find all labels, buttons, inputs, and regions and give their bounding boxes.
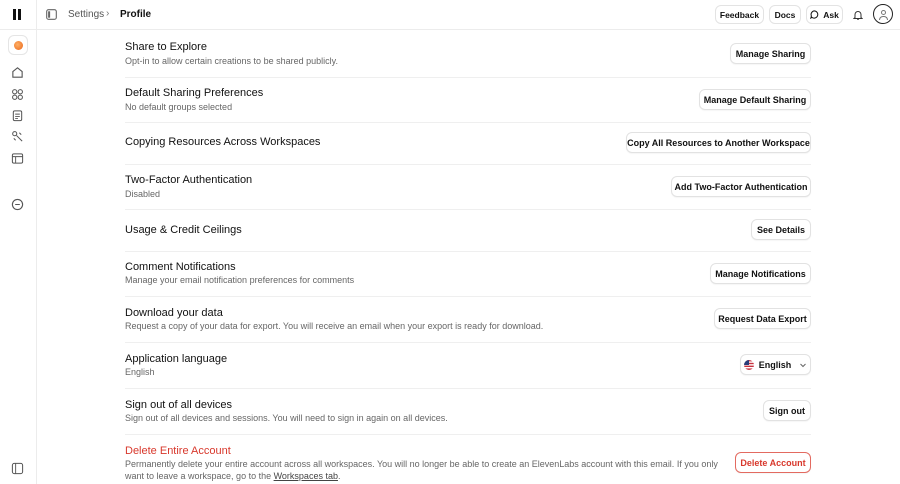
breadcrumb-profile: Profile — [120, 9, 152, 20]
default-sharing-row: Default Sharing Preferences No default g… — [125, 77, 811, 122]
usage-title: Usage & Credit Ceilings — [125, 224, 242, 236]
delete-account-button[interactable]: Delete Account — [735, 452, 811, 473]
default-sharing-desc: No default groups selected — [125, 102, 233, 112]
notifications-button[interactable] — [848, 5, 868, 24]
delete-account-desc-suffix: . — [337, 471, 341, 481]
docs-button[interactable]: Docs — [769, 5, 801, 24]
comment-notifications-title: Comment Notifications — [125, 261, 236, 273]
top-bar: Settings › Profile Feedback Docs Ask — [0, 0, 900, 30]
manage-default-sharing-button[interactable]: Manage Default Sharing — [699, 89, 811, 110]
request-data-export-button[interactable]: Request Data Export — [714, 308, 811, 329]
chevron-right-icon: › — [106, 8, 110, 19]
language-row: Application language English English — [125, 342, 811, 388]
feedback-button[interactable]: Feedback — [715, 5, 764, 24]
feedback-label: Feedback — [719, 9, 760, 20]
workspaces-tab-link[interactable]: Workspaces tab — [274, 471, 338, 481]
add-two-factor-button[interactable]: Add Two-Factor Authentication — [671, 176, 811, 197]
layout-icon[interactable] — [11, 152, 24, 165]
bell-icon — [853, 10, 863, 20]
us-flag-icon — [743, 359, 754, 370]
copy-resources-row: Copying Resources Across Workspaces Copy… — [125, 122, 811, 164]
elevenlabs-logo-icon[interactable] — [12, 9, 22, 20]
sign-out-button[interactable]: Sign out — [763, 400, 811, 421]
delete-account-desc-prefix: want to leave a workspace, go to the — [125, 471, 274, 481]
copy-resources-title: Copying Resources Across Workspaces — [125, 136, 321, 148]
language-select-label: English — [758, 359, 792, 370]
delete-account-row: Delete Entire Account Permanently delete… — [125, 434, 811, 484]
copy-resources-button[interactable]: Copy All Resources to Another Workspace — [626, 132, 811, 153]
chat-circle-icon[interactable] — [11, 198, 24, 211]
comment-notifications-desc: Manage your email notification preferenc… — [125, 275, 355, 285]
sign-out-desc: Sign out of all devices and sessions. Yo… — [125, 413, 448, 423]
two-factor-status: Disabled — [125, 189, 161, 199]
sidebar-toggle-icon[interactable] — [46, 9, 57, 20]
default-sharing-title: Default Sharing Preferences — [125, 87, 264, 99]
download-data-title: Download your data — [125, 307, 223, 319]
manage-sharing-button[interactable]: Manage Sharing — [730, 43, 811, 64]
chevron-down-icon — [800, 363, 807, 367]
delete-account-desc-line1: Permanently delete your entire account a… — [125, 459, 718, 469]
sidebar-divider — [36, 0, 37, 484]
user-avatar-icon[interactable] — [873, 4, 893, 24]
breadcrumb-settings[interactable]: Settings — [68, 9, 104, 20]
manage-notifications-button[interactable]: Manage Notifications — [710, 263, 811, 284]
clipboard-icon[interactable] — [11, 109, 24, 122]
share-explore-row: Share to Explore Opt-in to allow certain… — [125, 30, 811, 76]
download-data-desc: Request a copy of your data for export. … — [125, 321, 544, 331]
usage-row: Usage & Credit Ceilings See Details — [125, 209, 811, 251]
language-title: Application language — [125, 353, 228, 365]
docs-label: Docs — [774, 9, 796, 20]
sign-out-title: Sign out of all devices — [125, 399, 233, 411]
two-factor-row: Two-Factor Authentication Disabled Add T… — [125, 164, 811, 209]
ask-button[interactable]: Ask — [806, 5, 843, 24]
delete-account-title: Delete Entire Account — [125, 445, 231, 457]
two-factor-title: Two-Factor Authentication — [125, 174, 253, 186]
share-explore-desc: Opt-in to allow certain creations to be … — [125, 56, 338, 66]
workspace-avatar[interactable] — [8, 35, 28, 55]
delete-account-desc-line2: want to leave a workspace, go to the Wor… — [125, 471, 340, 481]
language-select[interactable]: English — [740, 354, 811, 375]
ask-label: Ask — [823, 9, 839, 20]
see-details-button[interactable]: See Details — [751, 219, 811, 240]
home-icon[interactable] — [11, 66, 24, 79]
chat-bubble-icon — [810, 10, 819, 19]
grid-icon[interactable] — [11, 88, 24, 101]
comment-notifications-row: Comment Notifications Manage your email … — [125, 251, 811, 296]
panel-icon[interactable] — [11, 462, 24, 475]
tools-icon[interactable] — [11, 130, 24, 143]
share-explore-title: Share to Explore — [125, 41, 207, 53]
download-data-row: Download your data Request a copy of you… — [125, 296, 811, 342]
sign-out-row: Sign out of all devices Sign out of all … — [125, 388, 811, 434]
language-current: English — [125, 367, 155, 377]
